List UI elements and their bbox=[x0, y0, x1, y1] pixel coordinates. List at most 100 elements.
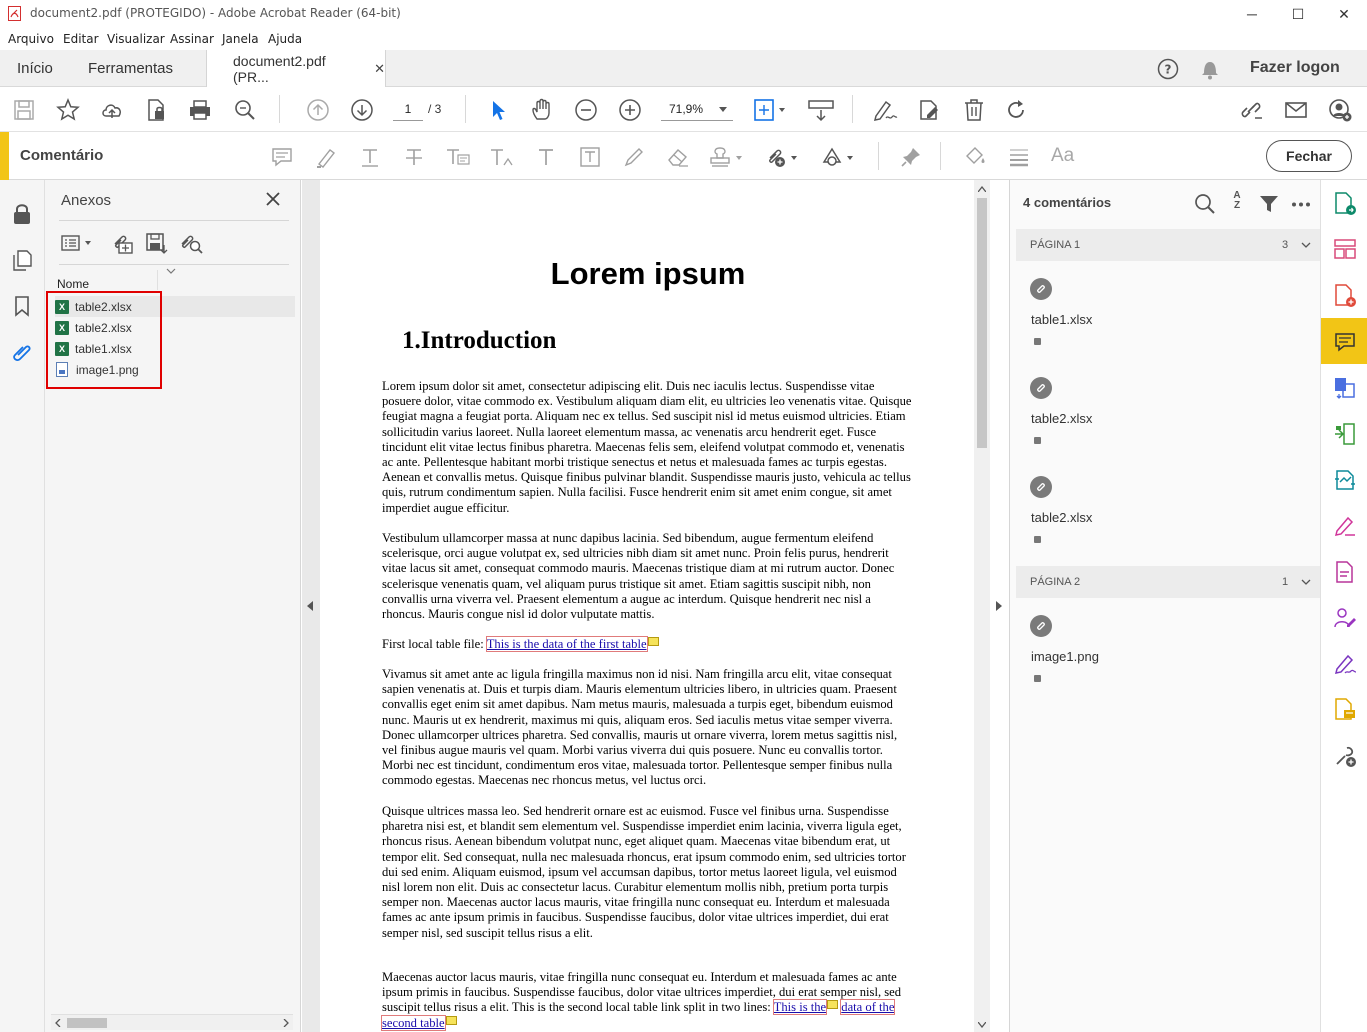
scroll-down-icon[interactable] bbox=[978, 1022, 986, 1028]
line-weight-icon[interactable] bbox=[1006, 144, 1032, 170]
fill-sign-icon[interactable] bbox=[872, 97, 898, 123]
tab-tools[interactable]: Ferramentas bbox=[88, 50, 173, 87]
close-comment-button[interactable]: Fechar bbox=[1266, 140, 1352, 172]
create-pdf-icon[interactable] bbox=[1332, 283, 1358, 309]
font-style-label[interactable]: Aa bbox=[1051, 145, 1074, 167]
zoom-dropdown[interactable]: 71,9% bbox=[661, 99, 733, 121]
login-link[interactable]: Fazer logon bbox=[1250, 59, 1340, 77]
search-attachment-icon[interactable] bbox=[178, 232, 204, 254]
select-cursor-icon[interactable] bbox=[485, 97, 511, 123]
close-window-button[interactable]: ✕ bbox=[1321, 0, 1367, 28]
more-tools-icon[interactable] bbox=[1332, 743, 1358, 769]
scrollbar-thumb[interactable] bbox=[67, 1018, 107, 1028]
organize-pages-icon[interactable] bbox=[1332, 237, 1358, 263]
attachments-icon[interactable] bbox=[10, 340, 34, 364]
lock-icon[interactable] bbox=[10, 202, 34, 226]
comment-note-icon[interactable] bbox=[445, 1015, 457, 1025]
pages-thumbnail-icon[interactable] bbox=[10, 248, 34, 272]
page-number-input[interactable]: 1 bbox=[393, 99, 423, 121]
protect-pdf-icon[interactable] bbox=[1332, 559, 1358, 585]
edit-pdf-icon[interactable] bbox=[916, 97, 942, 123]
vertical-scrollbar[interactable] bbox=[974, 180, 990, 1032]
minimize-button[interactable]: ─ bbox=[1229, 0, 1275, 28]
replace-text-icon[interactable] bbox=[445, 144, 471, 170]
menu-editar[interactable]: Editar bbox=[63, 32, 99, 46]
strikethrough-icon[interactable] bbox=[401, 144, 427, 170]
horizontal-scrollbar[interactable] bbox=[51, 1014, 293, 1030]
protect-file-icon[interactable] bbox=[143, 97, 169, 123]
pin-icon[interactable] bbox=[898, 144, 924, 170]
comment-note-icon[interactable] bbox=[827, 1000, 839, 1010]
help-icon[interactable]: ? bbox=[1157, 58, 1179, 80]
add-attachment-icon[interactable] bbox=[111, 232, 135, 254]
tab-close-icon[interactable]: ✕ bbox=[374, 61, 385, 77]
edit-pdf-icon[interactable] bbox=[1332, 467, 1358, 493]
print-icon[interactable] bbox=[187, 97, 213, 123]
save-icon[interactable] bbox=[11, 97, 37, 123]
first-table-link[interactable]: This is the data of the first table bbox=[485, 636, 648, 652]
comment-note-icon[interactable] bbox=[647, 637, 659, 646]
page-group-header[interactable]: PÁGINA 2 1 bbox=[1016, 566, 1321, 598]
sort-az-icon[interactable]: A Z bbox=[1230, 191, 1244, 217]
send-for-comments-icon[interactable] bbox=[1332, 697, 1358, 723]
document-viewport[interactable]: Lorem ipsum 1.Introduction Lorem ipsum d… bbox=[302, 180, 1002, 1032]
second-table-link[interactable]: This is the bbox=[772, 999, 828, 1016]
star-icon[interactable] bbox=[55, 97, 81, 123]
zoom-out-icon[interactable] bbox=[573, 97, 599, 123]
comment-item[interactable]: table2.xlsx bbox=[1030, 476, 1300, 556]
highlight-icon[interactable] bbox=[313, 144, 339, 170]
fill-and-sign-icon[interactable] bbox=[1332, 513, 1358, 539]
trash-icon[interactable] bbox=[961, 97, 987, 123]
options-menu-icon[interactable] bbox=[61, 233, 97, 253]
menu-visualizar[interactable]: Visualizar bbox=[107, 32, 165, 46]
menu-assinar[interactable]: Assinar bbox=[170, 32, 214, 46]
scroll-mode-icon[interactable] bbox=[807, 97, 835, 123]
redo-icon[interactable] bbox=[1004, 97, 1030, 123]
page-fit-icon[interactable] bbox=[753, 97, 787, 123]
eraser-icon[interactable] bbox=[665, 144, 691, 170]
text-box-icon[interactable] bbox=[577, 144, 603, 170]
stamp-icon[interactable] bbox=[709, 144, 745, 170]
expand-right-panel-icon[interactable] bbox=[996, 601, 1003, 611]
zoom-in-icon[interactable] bbox=[617, 97, 643, 123]
collapse-left-panel-icon[interactable] bbox=[307, 601, 314, 611]
maximize-button[interactable]: ☐ bbox=[1275, 0, 1321, 28]
email-icon[interactable] bbox=[1283, 97, 1309, 123]
request-signature-icon[interactable] bbox=[1332, 605, 1358, 631]
scrollbar-thumb[interactable] bbox=[977, 198, 987, 448]
underline-text-icon[interactable] bbox=[357, 144, 383, 170]
export-pdf-icon[interactable] bbox=[1332, 191, 1358, 217]
column-header-name[interactable]: Nome bbox=[57, 277, 89, 291]
sign-icon[interactable] bbox=[1332, 651, 1358, 677]
sticky-note-icon[interactable] bbox=[269, 144, 295, 170]
save-attachment-icon[interactable] bbox=[145, 232, 169, 254]
tab-home[interactable]: Início bbox=[17, 50, 53, 87]
close-panel-icon[interactable] bbox=[265, 191, 281, 207]
scroll-up-icon[interactable] bbox=[978, 186, 986, 192]
fill-color-icon[interactable] bbox=[962, 144, 988, 170]
comment-item[interactable]: image1.png bbox=[1030, 615, 1300, 695]
add-user-icon[interactable] bbox=[1327, 97, 1353, 123]
comment-tool-icon[interactable] bbox=[1332, 329, 1358, 355]
search-icon[interactable] bbox=[1194, 193, 1216, 215]
bookmark-icon[interactable] bbox=[10, 294, 34, 318]
bell-icon[interactable] bbox=[1200, 58, 1220, 80]
tab-document[interactable]: document2.pdf (PR... ✕ bbox=[206, 50, 386, 88]
attach-file-icon[interactable] bbox=[764, 144, 800, 170]
cloud-upload-icon[interactable] bbox=[99, 97, 125, 123]
previous-page-icon[interactable] bbox=[305, 97, 331, 123]
comment-item[interactable]: table2.xlsx bbox=[1030, 377, 1300, 457]
zoom-search-icon[interactable] bbox=[232, 97, 258, 123]
next-page-icon[interactable] bbox=[349, 97, 375, 123]
menu-arquivo[interactable]: Arquivo bbox=[8, 32, 54, 46]
compress-pdf-icon[interactable] bbox=[1332, 421, 1358, 447]
pencil-draw-icon[interactable] bbox=[621, 144, 647, 170]
menu-janela[interactable]: Janela bbox=[222, 32, 259, 46]
share-link-icon[interactable] bbox=[1238, 97, 1264, 123]
shapes-icon[interactable] bbox=[820, 144, 856, 170]
hand-tool-icon[interactable] bbox=[529, 97, 555, 123]
comment-item[interactable]: table1.xlsx bbox=[1030, 278, 1300, 358]
page-group-header[interactable]: PÁGINA 1 3 bbox=[1016, 229, 1321, 261]
more-options-icon[interactable] bbox=[1291, 202, 1311, 208]
scroll-left-icon[interactable] bbox=[55, 1019, 61, 1027]
